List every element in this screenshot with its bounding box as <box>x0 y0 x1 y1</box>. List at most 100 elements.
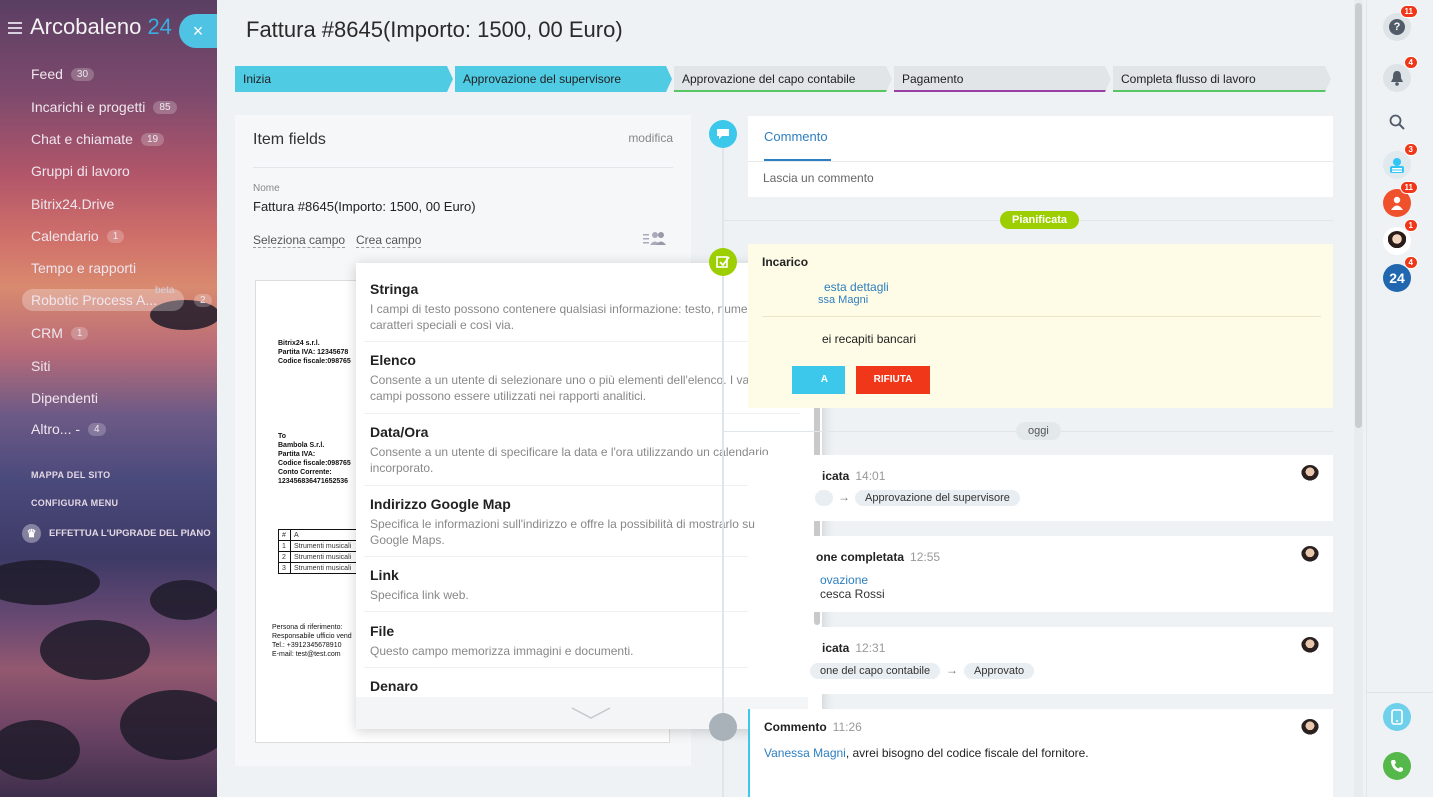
avatar[interactable] <box>1301 465 1319 483</box>
sidebar-item-sites[interactable]: Siti <box>31 358 50 374</box>
sidebar-item-tasks[interactable]: Incarichi e progetti 85 <box>31 99 177 115</box>
sidebar-item-count: 19 <box>140 132 165 146</box>
user-icon <box>1391 196 1403 210</box>
field-type-option-google-map[interactable]: Indirizzo Google Map Specifica le informa… <box>364 496 800 557</box>
stage-chip-to: Approvazione del supervisore <box>855 490 1020 506</box>
help-button[interactable]: ? 11 <box>1383 5 1418 41</box>
edit-link[interactable]: modifica <box>628 131 673 145</box>
comment-history-icon <box>709 713 737 741</box>
right-toolbar: ? 11 4 3 11 1 24 4 <box>1366 0 1433 797</box>
task-details-link[interactable]: esta dettagli <box>824 280 889 294</box>
sidebar-item-calendar[interactable]: Calendario 1 <box>31 228 125 244</box>
field-type-option-list[interactable]: Elenco Consente a un utente di selezionar… <box>364 352 800 414</box>
sidebar-item-more[interactable]: Altro... - 4 <box>31 421 106 437</box>
event-time: 12:31 <box>855 641 886 655</box>
upgrade-plan-link[interactable]: ♛ EFFETTUA L'UPGRADE DEL PIANO <box>22 524 211 543</box>
sidebar-item-feed[interactable]: Feed 30 <box>31 66 95 82</box>
comment-input[interactable]: Lascia un commento <box>763 171 874 185</box>
sidebar-item-crm[interactable]: CRM 1 <box>31 325 89 341</box>
notification-badge: 4 <box>1403 256 1418 269</box>
today-badge: oggi <box>1016 422 1061 440</box>
contact-button[interactable]: 11 <box>1383 181 1418 217</box>
doc-table-cell: 1 <box>278 540 291 552</box>
field-type-option-link[interactable]: Link Specifica link web. <box>364 567 800 612</box>
upgrade-label: EFFETTUA L'UPGRADE DEL PIANO <box>49 528 211 539</box>
sidebar-item-label: Gruppi di lavoro <box>31 163 130 179</box>
doc-recipient: To Bambola S.r.l. Partita IVA: Codice fi… <box>278 433 351 485</box>
background-rock <box>0 560 100 605</box>
arrow-right-icon: → <box>946 663 958 677</box>
notifications-button[interactable]: 4 <box>1383 56 1418 92</box>
chevron-down-icon[interactable] <box>571 707 611 719</box>
doc-table-header: # <box>278 529 291 541</box>
timeline-line <box>722 134 724 797</box>
contact-avatar[interactable]: 1 <box>1383 219 1418 255</box>
sidebar-item-rpa[interactable]: Robotic Process A... beta 2 <box>22 285 212 311</box>
event-link[interactable]: ovazione <box>820 573 868 587</box>
brand-logo[interactable]: Arcobaleno 24 <box>8 14 172 40</box>
sidebar-item-label: Bitrix24.Drive <box>31 196 115 212</box>
mobile-app-button[interactable] <box>1383 703 1411 731</box>
field-type-option-datetime[interactable]: Data/Ora Consente a un utente di specific… <box>364 424 800 486</box>
option-title: Link <box>370 567 399 583</box>
scrollbar-thumb[interactable] <box>1355 3 1362 428</box>
sidebar-item-label: Calendario <box>31 228 99 244</box>
tab-comment[interactable]: Commento <box>764 129 828 144</box>
card-title: Item fields <box>253 131 326 148</box>
avatar[interactable] <box>1301 637 1319 655</box>
sidebar-item-count: 4 <box>88 422 106 436</box>
sidebar-item-chat[interactable]: Chat e chiamate 19 <box>31 131 165 147</box>
sidebar-item-count: 1 <box>106 229 125 243</box>
doc-company: Bitrix24 s.r.l. Partita IVA: 12345678 Co… <box>278 340 351 365</box>
event-title: icata 12:31 <box>822 641 886 655</box>
name-label: Nome <box>253 183 280 194</box>
sidebar-item-time-reports[interactable]: Tempo e rapporti <box>31 260 136 276</box>
stage-payment[interactable]: Pagamento <box>894 66 1111 92</box>
select-field-link[interactable]: Seleziona campo <box>253 233 346 248</box>
avatar[interactable] <box>1301 546 1319 564</box>
approve-button[interactable]: A <box>792 366 845 394</box>
avatar[interactable] <box>1301 719 1319 737</box>
option-title: File <box>370 623 395 639</box>
scroll-more-area[interactable] <box>356 697 808 729</box>
contact-button[interactable]: 3 <box>1383 143 1418 179</box>
stage-start[interactable]: Inizia <box>235 66 453 92</box>
sidebar-item-workgroups[interactable]: Gruppi di lavoro <box>31 163 130 179</box>
site-map-link[interactable]: MAPPA DEL SITO <box>31 470 110 480</box>
event-card: icata 12:31 one del capo contabile → Appr… <box>748 627 1333 694</box>
close-icon[interactable]: × <box>179 14 217 48</box>
sidebar-item-label: Tempo e rapporti <box>31 260 137 276</box>
bitrix24-button[interactable]: 24 4 <box>1383 256 1418 292</box>
stage-complete-workflow[interactable]: Completa flusso di lavoro <box>1113 66 1331 92</box>
sidebar-item-label: Feed <box>31 66 63 82</box>
phone-device-icon <box>1391 709 1403 725</box>
reject-button[interactable]: RIFIUTA <box>856 366 930 394</box>
hamburger-menu-icon[interactable] <box>8 22 22 35</box>
stage-chief-accountant-approval[interactable]: Approvazione del capo contabile <box>674 66 892 92</box>
page-scrollbar[interactable] <box>1354 0 1363 797</box>
create-field-link[interactable]: Crea campo <box>356 233 422 248</box>
stage-chip-from: one del capo contabile <box>810 663 941 679</box>
planned-badge: Pianificata <box>1000 211 1080 229</box>
stage-supervisor-approval[interactable]: Approvazione del supervisore <box>455 66 672 92</box>
option-description: Specifica le informazioni sull'indirizzo… <box>370 517 755 547</box>
call-button[interactable] <box>1383 752 1411 780</box>
field-type-option-file[interactable]: File Questo campo memorizza immagini e do… <box>364 623 800 668</box>
brand-number: 24 <box>147 14 172 39</box>
search-button[interactable] <box>1383 108 1411 136</box>
comment-author[interactable]: Vanessa Magni <box>764 746 846 760</box>
notification-badge: 4 <box>1403 56 1418 69</box>
users-settings-icon[interactable] <box>643 231 667 245</box>
option-description: I campi di testo possono contenere quals… <box>370 302 758 332</box>
field-type-option-string[interactable]: Stringa I campi di testo possono contener… <box>364 281 800 342</box>
event-person: cesca Rossi <box>820 587 885 601</box>
option-title: Data/Ora <box>370 424 429 440</box>
stage-label: Pagamento <box>902 72 964 86</box>
sidebar-item-employees[interactable]: Dipendenti <box>31 390 98 406</box>
event-card: Commento 11:26 Vanessa Magni, avrei bisog… <box>748 709 1333 797</box>
sidebar-item-label: Robotic Process A... <box>31 292 158 308</box>
configure-menu-link[interactable]: CONFIGURA MENU <box>31 498 118 508</box>
name-value: Fattura #8645(Importo: 1500, 00 Euro) <box>253 199 476 214</box>
task-assignee[interactable]: ssa Magni <box>818 294 868 306</box>
sidebar-item-drive[interactable]: Bitrix24.Drive <box>31 196 114 212</box>
